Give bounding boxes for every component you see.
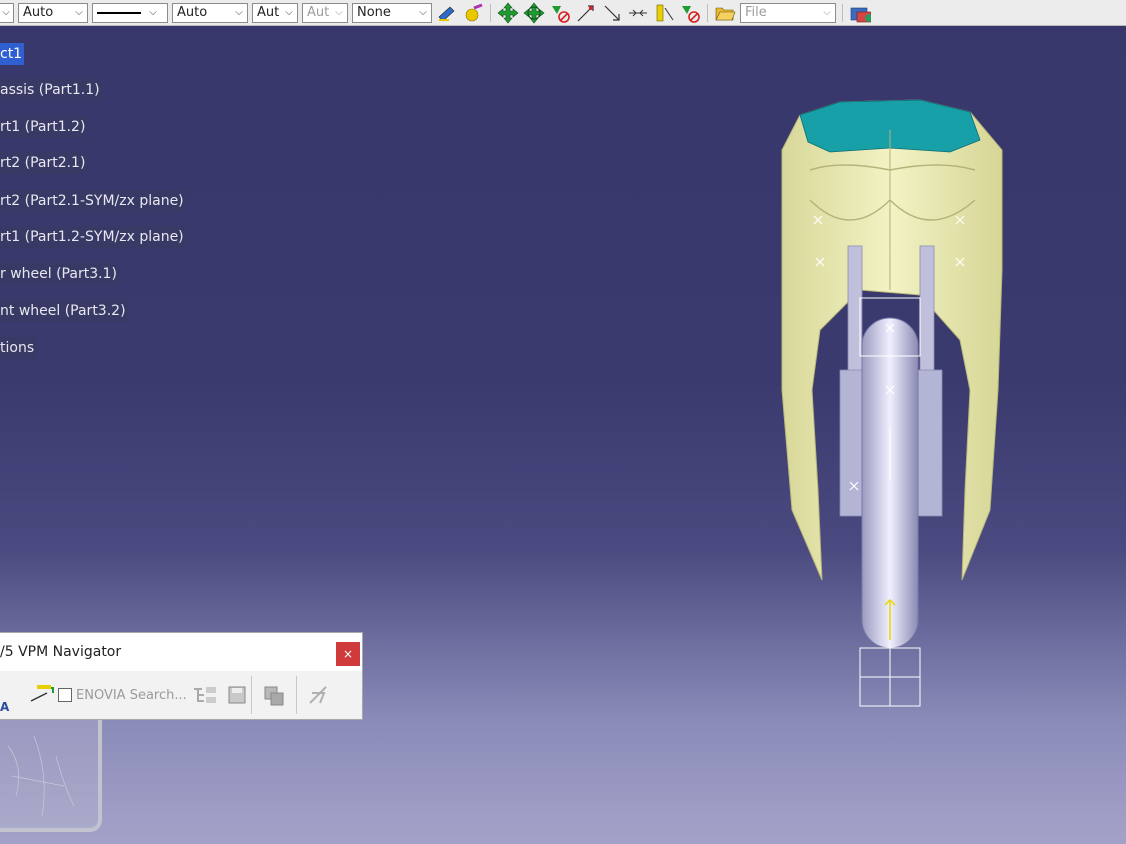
enovia-logo-icon: A (0, 675, 26, 715)
open-folder-icon[interactable] (714, 2, 736, 24)
tree-item-rear-wheel[interactable]: r wheel (Part3.1) (0, 263, 119, 285)
compass-widget[interactable] (0, 716, 102, 832)
svg-text:A: A (0, 700, 10, 714)
chevron-down-icon: ⌵ (335, 7, 343, 18)
color-sphere-icon[interactable] (462, 2, 484, 24)
tree-item-part1-sym[interactable]: rt1 (Part1.2-SYM/zx plane) (0, 226, 186, 248)
connect-icon[interactable] (26, 684, 58, 706)
arrow-down-right-icon[interactable] (601, 2, 623, 24)
tree-filter-icon[interactable] (187, 684, 223, 706)
navigator-toolbar: A ENOVIA Search... (0, 671, 362, 719)
chevron-down-icon: ⌵ (149, 7, 157, 18)
color-combo-value: Auto (23, 5, 54, 20)
rotate-compass-icon[interactable] (523, 2, 545, 24)
tree-item-product[interactable]: ct1 (0, 43, 25, 65)
tree-item-constraints[interactable]: tions (0, 337, 37, 359)
window-title-bar[interactable]: /5 VPM Navigator × (0, 633, 362, 671)
move-compass-icon[interactable] (497, 2, 519, 24)
transparency-combo[interactable]: Aut ⌵ (252, 2, 298, 23)
vpm-navigator-window: /5 VPM Navigator × A ENOVIA Search... (0, 632, 363, 720)
toolbar-divider (490, 3, 491, 22)
thickness-combo-value: Auto (177, 5, 208, 20)
line-swatch (97, 11, 141, 14)
painter-icon[interactable] (436, 2, 458, 24)
toolbar-divider (707, 3, 708, 22)
chevron-down-icon: ⌵ (2, 7, 10, 18)
properties-toolbar: ⌵ Auto ⌵ ⌵ Auto ⌵ Aut ⌵ Aut ⌵ None ⌵ Fil… (0, 0, 1126, 26)
partial-combo[interactable]: ⌵ (0, 2, 14, 23)
tree-item-front-wheel[interactable]: nt wheel (Part3.2) (0, 300, 128, 322)
window-title: /5 VPM Navigator (0, 644, 122, 660)
layer-combo-value: None (357, 5, 391, 20)
chevron-down-icon: ⌵ (285, 7, 293, 18)
toolbar-divider (842, 3, 843, 22)
enovia-search-label: ENOVIA Search... (76, 687, 187, 703)
linetype-combo[interactable]: ⌵ (92, 2, 168, 23)
file-combo[interactable]: File ⌵ (740, 2, 836, 23)
search-checkbox[interactable] (58, 688, 72, 702)
thickness-combo[interactable]: Auto ⌵ (172, 2, 248, 23)
tree-item-part2[interactable]: rt2 (Part2.1) (0, 152, 88, 174)
tree-item-part1[interactable]: rt1 (Part1.2) (0, 116, 88, 138)
align-icon[interactable] (627, 2, 649, 24)
chevron-down-icon: ⌵ (419, 7, 427, 18)
transparency-combo-value: Aut (257, 5, 280, 20)
layer-weight-combo[interactable]: Aut ⌵ (302, 2, 348, 23)
database-icon[interactable] (849, 2, 871, 24)
chevron-down-icon: ⌵ (823, 7, 831, 18)
save-icon[interactable] (223, 684, 251, 706)
layer-weight-combo-value: Aut (307, 5, 330, 20)
disabled-tool-icon[interactable] (297, 684, 341, 706)
arrow-up-right-icon[interactable] (575, 2, 597, 24)
sync-icon[interactable] (252, 684, 296, 706)
tree-item-chassis[interactable]: assis (Part1.1) (0, 79, 102, 101)
tree-item-part2-sym[interactable]: rt2 (Part2.1-SYM/zx plane) (0, 190, 186, 212)
layer-combo[interactable]: None ⌵ (352, 2, 432, 23)
file-combo-value: File (745, 5, 767, 20)
measure-icon[interactable] (653, 2, 675, 24)
close-button[interactable]: × (336, 642, 360, 666)
chevron-down-icon: ⌵ (235, 7, 243, 18)
3d-model-viewport-object[interactable] (770, 90, 1010, 720)
constraint-disabled-icon[interactable] (679, 2, 701, 24)
color-combo[interactable]: Auto ⌵ (18, 2, 88, 23)
snap-disabled-icon[interactable] (549, 2, 571, 24)
chevron-down-icon: ⌵ (75, 7, 83, 18)
